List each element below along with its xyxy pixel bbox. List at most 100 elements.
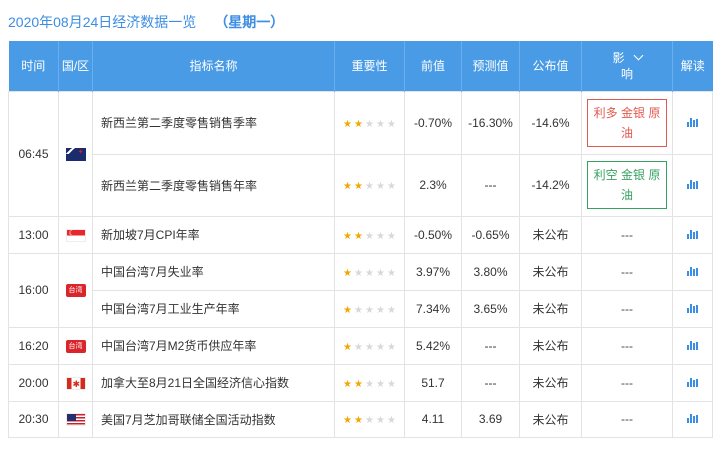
star-icon: ★ [343,267,352,279]
region-cell [58,400,93,438]
table-row: 06:45新西兰第二季度零售销售季率★★★★★-0.70%-16.30%-14.… [8,90,713,217]
impact-value: --- [621,375,633,390]
bar-chart-icon[interactable] [687,229,698,239]
col-impact[interactable]: 影 响 [581,41,673,91]
star-icon: ★ [354,415,363,426]
bar-chart-icon[interactable] [687,117,698,127]
impact-value: --- [621,301,633,316]
previous-value: -0.70% [404,90,462,155]
impact-cell: 利多 金银 原油 [581,90,673,155]
nz-flag-icon [65,147,86,161]
col-indicator: 指标名称 [92,41,335,91]
bar-chart-icon[interactable] [687,340,698,350]
time-cell: 06:45 [8,90,59,217]
bar-chart-icon[interactable] [687,266,698,276]
star-icon: ★ [354,341,363,353]
star-icon: ★ [365,230,374,242]
indicator-name[interactable]: 中国台湾7月工业生产年率 [92,289,335,328]
star-icon: ★ [376,181,385,192]
actual-value: -14.2% [519,153,582,217]
bar-chart-icon[interactable] [687,303,698,313]
actual-value: 未公布 [519,252,582,291]
impact-cell: 利空 金银 原油 [581,153,673,217]
previous-value: -0.50% [404,215,462,254]
flag-text: 台湾 [68,287,83,295]
star-icon: ★ [365,181,374,192]
star-icon: ★ [343,341,352,353]
indicator-name[interactable]: 美国7月芝加哥联储全国活动指数 [92,400,335,438]
analysis-cell [672,289,713,328]
table-row: 13:00新加坡7月CPI年率★★★★★-0.50%-0.65%未公布--- [8,215,713,254]
importance-cell: ★ ★ ★ ★ ★ [334,363,405,402]
col-previous: 前值 [404,41,462,91]
star-icon: ★ [343,230,352,242]
importance-stars: ★ ★ ★ ★ ★ [343,231,397,242]
economic-calendar-page: 2020年08月24日经济数据一览 （星期一） 时间 国/区 指标名称 重要性 … [0,0,717,450]
impact-cell: --- [581,363,673,402]
table-row: 20:00加拿大至8月21日全国经济信心指数★★★★★51.7---未公布--- [8,363,713,402]
importance-stars: ★ ★ ★ ★ ★ [343,379,397,390]
star-icon: ★ [354,267,363,279]
analysis-cell [672,215,713,254]
indicator-name[interactable]: 加拿大至8月21日全国经济信心指数 [92,363,335,402]
analysis-cell [672,326,713,365]
star-icon: ★ [343,118,352,130]
star-icon: ★ [343,304,352,316]
importance-cell: ★ ★ ★ ★ ★ [334,326,405,365]
date-title: 2020年08月24日经济数据一览 [8,14,197,30]
star-icon: ★ [376,341,385,353]
star-icon: ★ [354,181,363,192]
sg-flag-icon [65,228,86,242]
star-icon: ★ [365,378,374,390]
indicator-name[interactable]: 新加坡7月CPI年率 [92,215,335,254]
importance-stars: ★ ★ ★ ★ ★ [343,268,397,279]
time-cell: 20:30 [8,400,59,438]
col-actual: 公布值 [519,41,582,91]
star-icon: ★ [387,118,396,130]
indicator-name[interactable]: 中国台湾7月M2货币供应年率 [92,326,335,365]
previous-value: 4.11 [404,400,462,438]
table-row: 中国台湾7月工业生产年率 ★ ★ ★ ★ ★ 7.34% 3.65% 未公布 --- [9,289,713,328]
star-icon: ★ [387,181,396,192]
previous-value: 3.97% [404,252,462,291]
analysis-cell [672,153,713,217]
star-icon: ★ [354,230,363,242]
importance-stars: ★ ★ ★ ★ ★ [343,342,397,353]
importance-stars: ★ ★ ★ ★ ★ [343,181,397,192]
star-icon: ★ [354,378,363,390]
bar-chart-icon[interactable] [687,414,698,423]
indicator-name[interactable]: 中国台湾7月失业率 [92,252,335,291]
table-row: 新西兰第二季度零售销售年率 ★ ★ ★ ★ ★ 2.3% --- -14.2% 利空 金银 原油 [9,153,713,217]
analysis-cell [672,90,713,155]
col-forecast: 预测值 [461,41,520,91]
indicator-name[interactable]: 新西兰第二季度零售销售年率 [92,153,335,217]
indicator-name[interactable]: 新西兰第二季度零售销售季率 [92,90,335,155]
bar-chart-icon[interactable] [687,377,698,387]
forecast-value: 3.80% [461,252,520,291]
star-icon: ★ [365,118,374,130]
page-title: 2020年08月24日经济数据一览 （星期一） [8,10,284,34]
forecast-value: -0.65% [461,215,520,254]
region-cell [58,363,93,402]
star-icon: ★ [387,304,396,316]
star-icon: ★ [376,267,385,279]
previous-value: 2.3% [404,153,462,217]
star-icon: ★ [343,415,352,426]
bar-chart-icon[interactable] [687,180,698,189]
forecast-value: 3.65% [461,289,520,328]
time-cell: 20:00 [8,363,59,402]
star-icon: ★ [376,304,385,316]
chevron-down-icon[interactable] [633,50,643,61]
previous-value: 51.7 [404,363,462,402]
star-icon: ★ [376,118,385,130]
star-icon: ★ [365,341,374,353]
impact-label-1: 影 [612,50,625,65]
col-analysis: 解读 [672,41,713,91]
importance-stars: ★ ★ ★ ★ ★ [343,415,397,426]
importance-cell: ★ ★ ★ ★ ★ [334,153,405,217]
col-importance: 重要性 [334,41,405,91]
importance-cell: ★ ★ ★ ★ ★ [334,252,405,291]
actual-value: 未公布 [519,289,582,328]
star-icon: ★ [365,304,374,316]
table-row: 16:20 台湾 中国台湾7月M2货币供应年率 ★ ★ ★ ★ ★ 5.42% --- 未公布 --- [8,326,713,365]
